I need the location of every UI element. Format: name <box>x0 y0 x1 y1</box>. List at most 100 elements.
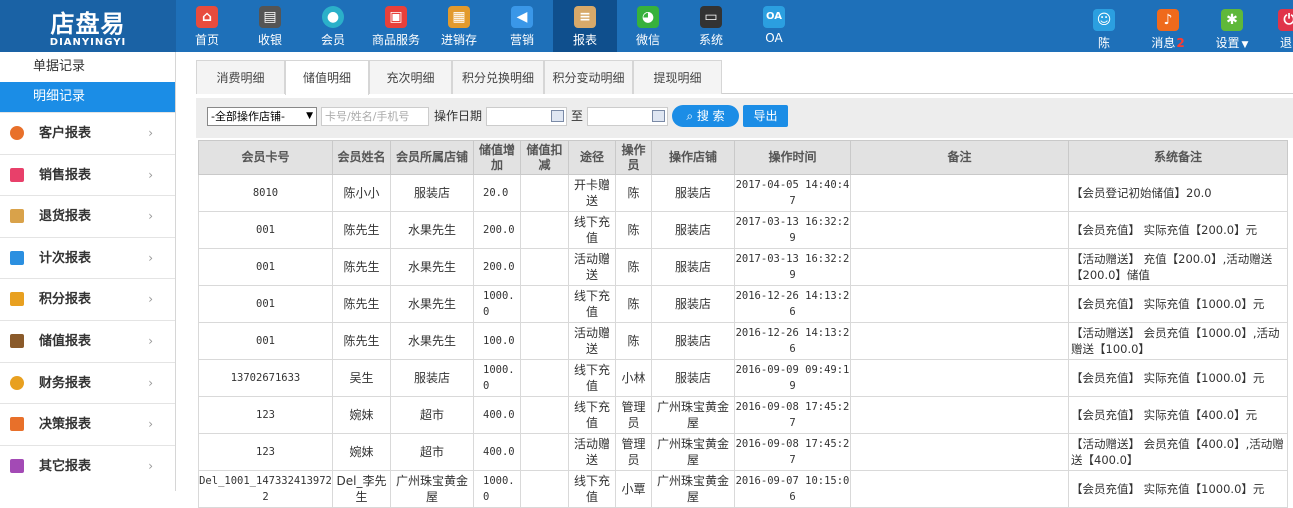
table-row[interactable]: 001 陈先生 水果先生 200.0 活动赠送陈服装店 2017-03-13 16:32:… <box>198 248 1288 286</box>
table-cell: 开卡赠送 <box>568 174 616 212</box>
tab-points-exchange-detail[interactable]: 积分兑换明细 <box>452 60 544 94</box>
nav-report[interactable]: ≡ 报表 <box>553 0 617 52</box>
col-operate-time[interactable]: 操作时间 <box>734 140 851 175</box>
return-report-icon <box>10 209 24 224</box>
table-cell: 200.0 <box>473 211 521 249</box>
store-select[interactable]: -全部操作店铺- ▼ <box>207 107 317 126</box>
tab-withdraw-detail[interactable]: 提现明细 <box>633 60 722 94</box>
table-cell: 线下充值 <box>568 211 616 249</box>
table-row[interactable]: 001 陈先生 水果先生 100.0 活动赠送陈服装店 2016-12-26 14:13:… <box>198 322 1288 360</box>
search-icon: ⌕ <box>686 109 697 123</box>
table-cell <box>850 285 1069 323</box>
table-cell: 服装店 <box>390 174 474 212</box>
nav-logout[interactable]: ⏻ 退 <box>1264 0 1293 52</box>
table-row[interactable]: 001 陈先生 水果先生 200.0 线下充值陈服装店 2017-03-13 16:32:… <box>198 211 1288 249</box>
nav-home[interactable]: ⌂ 首页 <box>175 0 239 52</box>
sidebar-item-decision-report[interactable]: 决策报表 › <box>0 403 175 445</box>
chevron-right-icon: › <box>148 209 153 224</box>
table-cell: 婉妹 <box>332 396 391 434</box>
sidebar-item-customer-report[interactable]: 客户报表 › <box>0 112 175 154</box>
table-cell <box>520 470 569 508</box>
sidebar-item-finance-report[interactable]: 财务报表 › <box>0 361 175 404</box>
nav-marketing[interactable]: ◀ 营销 <box>490 0 554 52</box>
sidebar-item-stored-value-report[interactable]: 储值报表 › <box>0 319 175 362</box>
table-cell: 小覃 <box>615 470 652 508</box>
table-row[interactable]: 123 婉妹 超市 400.0 活动赠送 管理员 广州珠宝黄金屋 2016-09-08 17:… <box>198 433 1288 471</box>
filter-bar: -全部操作店铺- ▼ 卡号/姓名/手机号 操作日期 至 ⌕ 搜 索 导出 <box>196 98 1293 138</box>
nav-system[interactable]: ▭ 系统 <box>679 0 743 52</box>
search-input[interactable]: 卡号/姓名/手机号 <box>321 107 429 126</box>
table-row[interactable]: 123 婉妹 超市 400.0 线下充值 管理员 广州珠宝黄金屋 2016-09-08 17:… <box>198 396 1288 434</box>
tab-consumption-detail[interactable]: 消费明细 <box>196 60 285 94</box>
table-cell <box>520 322 569 360</box>
nav-settings[interactable]: ✱ 设置 ▼ <box>1200 0 1264 52</box>
main-content: 消费明细 储值明细 充次明细 积分兑换明细 积分变动明细 提现明细 -全部操作店… <box>196 60 1293 508</box>
goods-icon: ▣ <box>385 6 407 28</box>
start-date-input[interactable] <box>486 107 567 126</box>
table-cell: 1000.0 <box>473 285 521 323</box>
nav-user[interactable]: ☺ 陈 <box>1072 0 1136 52</box>
member-icon: ● <box>322 6 344 28</box>
table-cell: 服装店 <box>651 285 735 323</box>
table-cell: 2017-03-13 16:32:29 <box>734 248 851 286</box>
wallet-icon <box>10 333 24 348</box>
col-value-increase[interactable]: 储值增加 <box>473 140 521 175</box>
table-cell: 广州珠宝黄金屋 <box>651 470 735 508</box>
user-icon: ☺ <box>1093 9 1115 31</box>
sales-report-icon <box>10 167 24 182</box>
sidebar-item-sales-report[interactable]: 销售报表 › <box>0 153 175 196</box>
col-value-deduct[interactable]: 储值扣减 <box>520 140 569 175</box>
col-member-name[interactable]: 会员姓名 <box>332 140 391 175</box>
table-cell: 超市 <box>390 433 474 471</box>
nav-goods-service[interactable]: ▣ 商品服务 <box>364 0 428 52</box>
col-card-no[interactable]: 会员卡号 <box>198 140 333 175</box>
col-operator[interactable]: 操作员 <box>615 140 652 175</box>
end-date-input[interactable] <box>587 107 668 126</box>
table-row[interactable]: 13702671633 吴生 服装店 1000.0 线下充值 小林 服装店 2016-09-0… <box>198 359 1288 397</box>
table-cell: 【会员充值】 实际充值【1000.0】元 <box>1068 359 1288 397</box>
col-channel[interactable]: 途径 <box>568 140 616 175</box>
table-cell: Del_1001_1473324139722 <box>198 470 333 508</box>
nav-messages[interactable]: ♪ 消息2 <box>1136 0 1200 52</box>
sidebar-item-count-report[interactable]: 计次报表 › <box>0 236 175 279</box>
nav-inventory[interactable]: ▦ 进销存 <box>427 0 491 52</box>
top-nav-bar: 店盘易 DIANYINGYI ⌂ 首页 ▤ 收银 ● 会员 ▣ 商品服务 ▦ 进… <box>0 0 1293 52</box>
table-cell: 水果先生 <box>390 322 474 360</box>
table-cell: 水果先生 <box>390 285 474 323</box>
table-cell: 服装店 <box>390 359 474 397</box>
detail-tabs: 消费明细 储值明细 充次明细 积分兑换明细 积分变动明细 提现明细 <box>196 60 1293 95</box>
export-button[interactable]: 导出 <box>743 105 788 127</box>
table-cell: 400.0 <box>473 396 521 434</box>
nav-oa[interactable]: OA OA <box>742 0 806 52</box>
sidebar-item-other-report[interactable]: 其它报表 › <box>0 444 175 487</box>
tab-recharge-count-detail[interactable]: 充次明细 <box>369 60 452 94</box>
coin-icon <box>10 375 24 390</box>
table-cell: 2016-12-26 14:13:26 <box>734 285 851 323</box>
nav-member[interactable]: ● 会员 <box>301 0 365 52</box>
table-row[interactable]: 001 陈先生 水果先生 1000.0 线下充值陈服装店 2016-12-26 14:13… <box>198 285 1288 323</box>
sidebar-sub-order-records[interactable]: 单据记录 <box>0 52 175 82</box>
calendar-icon <box>551 110 564 122</box>
table-row[interactable]: 8010 陈小小 服装店 20.0 开卡赠送陈服装店 2017-04-05 14:40:4… <box>198 174 1288 212</box>
col-operate-store[interactable]: 操作店铺 <box>651 140 735 175</box>
col-remark[interactable]: 备注 <box>850 140 1069 175</box>
table-cell: 婉妹 <box>332 433 391 471</box>
messages-label: 消息 <box>1151 36 1176 50</box>
col-system-remark[interactable]: 系统备注 <box>1068 140 1288 175</box>
nav-wechat[interactable]: ◕ 微信 <box>616 0 680 52</box>
table-cell <box>850 359 1069 397</box>
sidebar-item-return-report[interactable]: 退货报表 › <box>0 195 175 237</box>
table-row[interactable]: Del_1001_1473324139722 Del_李先生 广州珠宝黄金屋 1000… <box>198 470 1288 508</box>
nav-cashier[interactable]: ▤ 收银 <box>238 0 302 52</box>
logo-text: 店盘易 <box>50 10 126 38</box>
sidebar-sub-detail-records[interactable]: 明细记录 <box>0 82 175 112</box>
table-cell: 陈 <box>615 248 652 286</box>
table-cell: 陈 <box>615 322 652 360</box>
table-cell <box>850 396 1069 434</box>
col-member-store[interactable]: 会员所属店铺 <box>390 140 474 175</box>
sidebar-item-points-report[interactable]: 积分报表 › <box>0 278 175 320</box>
tab-stored-value-detail[interactable]: 储值明细 <box>285 60 369 95</box>
tab-points-change-detail[interactable]: 积分变动明细 <box>544 60 633 94</box>
search-button[interactable]: ⌕ 搜 索 <box>672 105 739 127</box>
table-cell: 广州珠宝黄金屋 <box>651 433 735 471</box>
